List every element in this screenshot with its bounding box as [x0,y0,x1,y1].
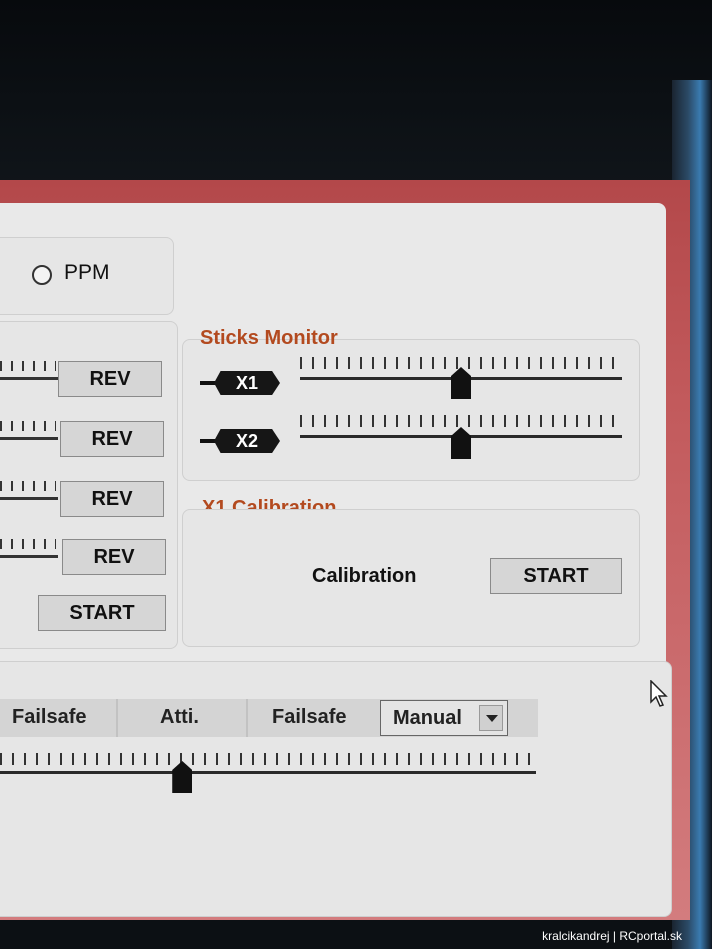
failsafe-slider-ticks [0,753,530,765]
stick-x2-label: X2 [200,429,284,453]
channel-1-rev-button[interactable]: REV [58,361,162,397]
failsafe-label-left: Failsafe [12,706,87,728]
failsafe-separator [116,699,118,737]
channel-4-rev-button[interactable]: REV [62,539,166,575]
chevron-down-icon[interactable] [479,705,503,731]
stick-x1-label: X1 [200,371,284,395]
monitor-bezel-top [0,0,712,190]
calibration-start-button[interactable]: START [490,558,622,594]
app-window: PPM REV REV REV REV START Sticks Monitor… [0,203,672,917]
failsafe-mode-select[interactable]: Manual [380,700,508,736]
sticks-monitor-title: Sticks Monitor [200,327,338,349]
channel-2-rev-button[interactable]: REV [60,421,164,457]
channel-4-track[interactable] [0,555,58,558]
channel-3-track[interactable] [0,497,58,500]
failsafe-slider-track[interactable] [0,771,536,774]
channel-3-ticks [0,481,56,491]
channel-1-track[interactable] [0,377,58,380]
channel-1-ticks [0,361,56,371]
calibration-label: Calibration [312,565,417,587]
channel-3-rev-button[interactable]: REV [60,481,164,517]
atti-label: Atti. [160,706,199,728]
stick-x2-ticks [300,415,622,427]
channel-2-ticks [0,421,56,431]
channel-2-track[interactable] [0,437,58,440]
watermark: kralcikandrej | RCportal.sk [542,929,682,943]
failsafe-separator [246,699,248,737]
failsafe-label-right: Failsafe [272,706,347,728]
ppm-label: PPM [64,261,110,284]
failsafe-mode-selected: Manual [393,707,462,729]
channel-4-ticks [0,539,56,549]
channels-start-button[interactable]: START [38,595,166,631]
ppm-radio[interactable] [32,265,52,285]
mouse-cursor-icon [650,680,668,707]
